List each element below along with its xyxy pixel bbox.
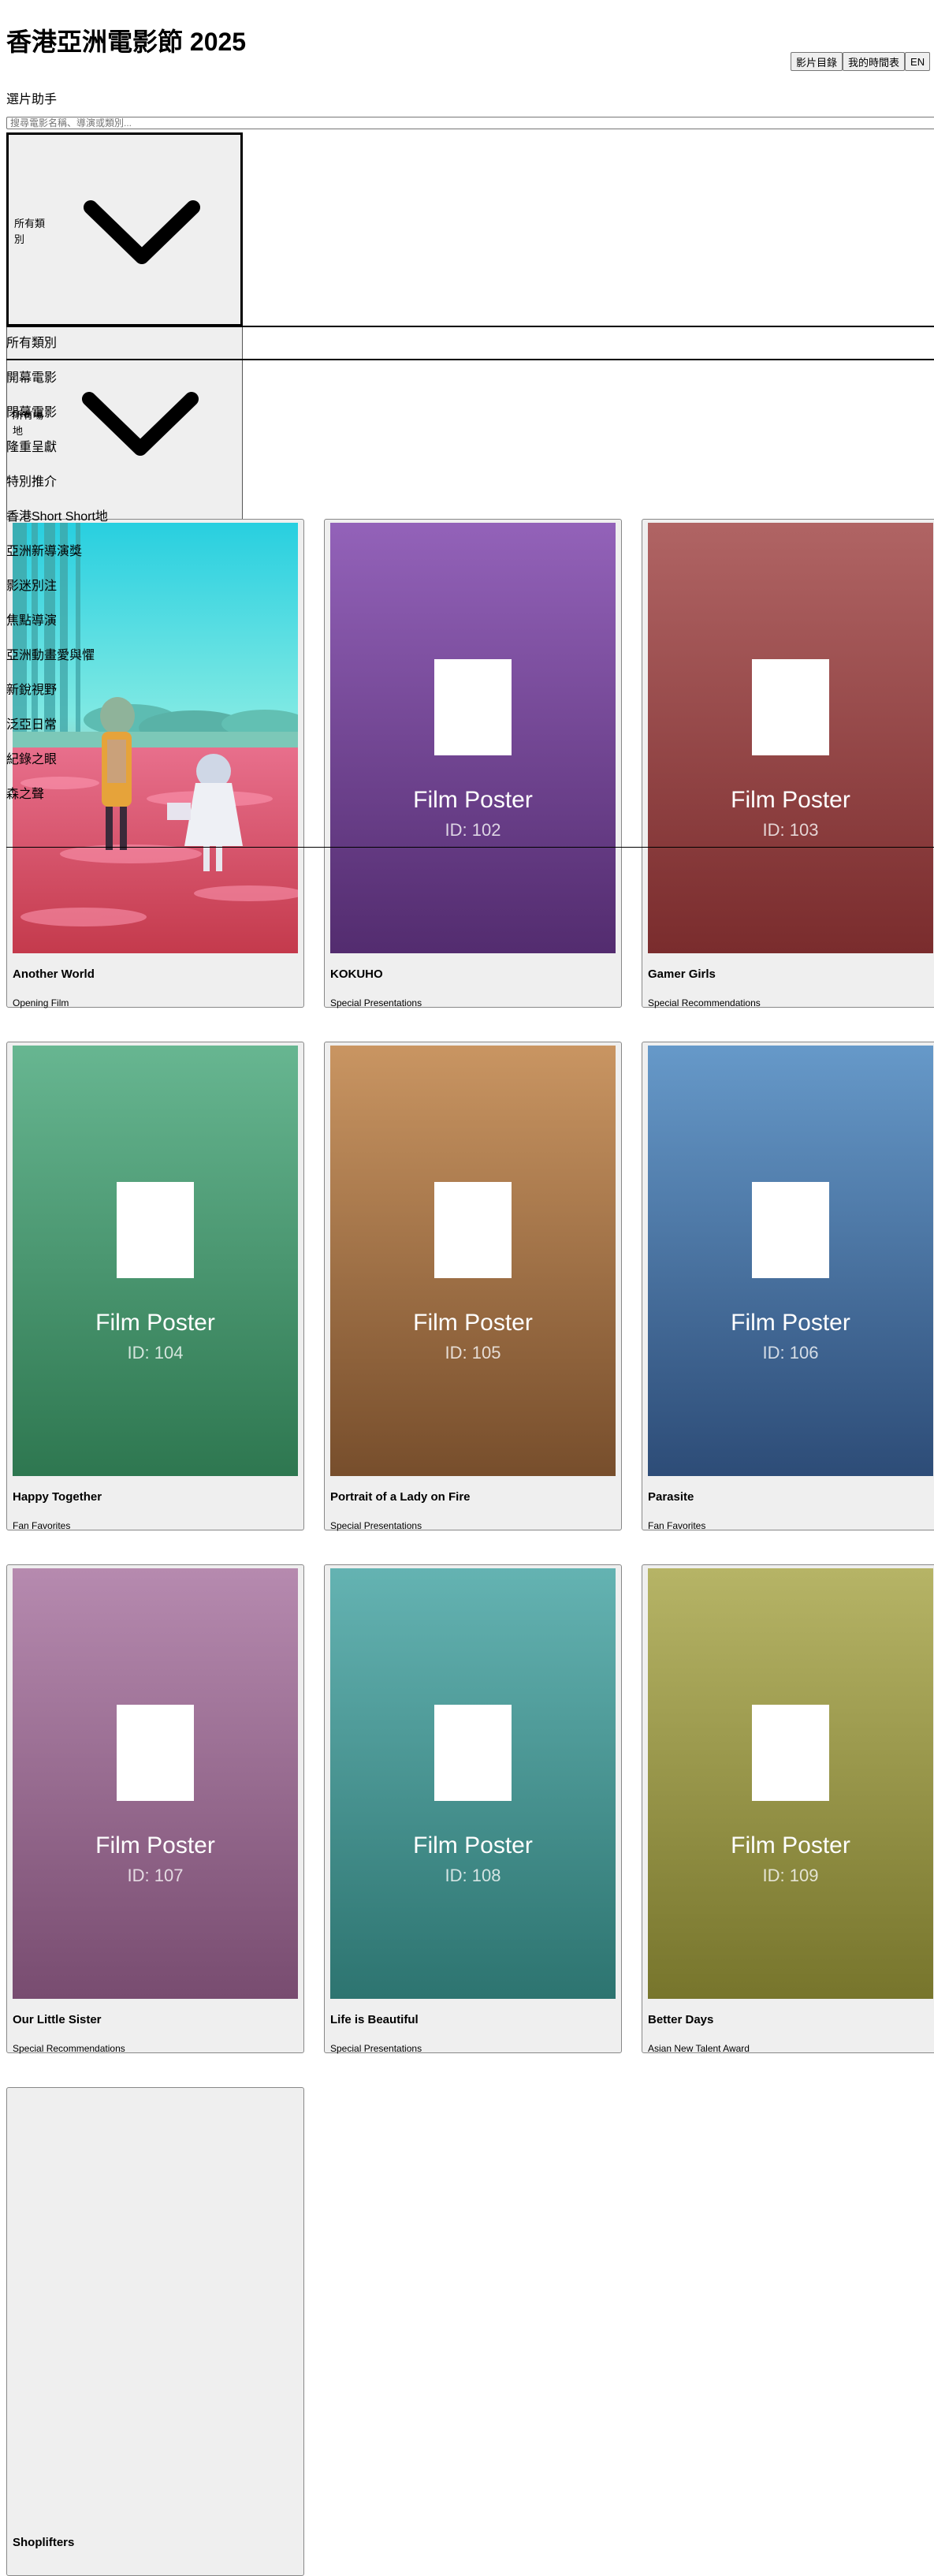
poster-id: ID: 103	[762, 820, 819, 840]
poster-id: ID: 107	[127, 1866, 184, 1885]
poster-id: ID: 109	[762, 1866, 819, 1885]
chevron-down-icon	[84, 200, 200, 264]
poster-id: ID: 105	[445, 1343, 501, 1363]
dropdown-option[interactable]: 影迷別注	[6, 569, 934, 604]
film-poster-placeholder: Film Poster ID: 105	[330, 1046, 616, 1476]
poster-label: Film Poster	[413, 1832, 533, 1858]
film-poster-placeholder: Film Poster ID: 108	[330, 1568, 616, 1999]
search-input[interactable]	[6, 117, 934, 129]
film-card[interactable]: Film Poster ID: 108 Life is Beautiful Spec…	[324, 1564, 622, 2054]
film-title: Parasite	[648, 1490, 694, 1504]
page-subtitle: 選片助手	[6, 93, 58, 106]
poster-image-icon	[434, 1182, 512, 1278]
film-category: Special Presentations	[330, 2043, 422, 2054]
dropdown-option[interactable]: 森之聲	[6, 777, 934, 812]
poster-label: Film Poster	[413, 1310, 533, 1336]
film-card[interactable]: Film Poster ID: 105 Portrait of a Lady on…	[324, 1042, 622, 1531]
dropdown-bottom-border	[6, 847, 934, 848]
top-nav: 影片目錄 我的時間表 EN	[791, 52, 931, 71]
film-category: Special Recommendations	[13, 2043, 125, 2054]
film-category: Fan Favorites	[648, 1520, 706, 1531]
dropdown-option[interactable]: 所有類別	[6, 326, 934, 361]
poster-label: Film Poster	[95, 1310, 215, 1336]
nav-film-catalog-button[interactable]: 影片目錄	[791, 52, 843, 71]
dropdown-option[interactable]: 新銳視野	[6, 673, 934, 708]
film-category: Special Presentations	[330, 1520, 422, 1531]
poster-id: ID: 102	[445, 820, 501, 840]
dropdown-option[interactable]: 亞洲新導演獎	[6, 535, 934, 569]
dropdown-option[interactable]: 開幕電影	[6, 361, 934, 396]
film-card[interactable]: Film Poster ID: 104 Happy Together Fan Fav…	[6, 1042, 304, 1531]
film-card[interactable]: Shoplifters	[6, 2087, 304, 2576]
film-title: Better Days	[648, 2013, 714, 2026]
film-card[interactable]: Film Poster ID: 107 Our Little Sister Spec…	[6, 1564, 304, 2054]
dropdown-option[interactable]: 香港Short Short地	[6, 500, 934, 535]
film-poster-placeholder: Film Poster ID: 106	[648, 1046, 933, 1476]
film-poster-placeholder: Film Poster ID: 109	[648, 1568, 933, 1999]
poster-id: ID: 106	[762, 1343, 819, 1363]
nav-my-schedule-button[interactable]: 我的時間表	[843, 52, 906, 71]
film-category: Special Recommendations	[648, 997, 761, 1008]
poster-label: Film Poster	[731, 1310, 850, 1336]
film-title: Our Little Sister	[13, 2013, 102, 2026]
film-title: Another World	[13, 967, 95, 981]
category-dropdown-list: 所有類別 開幕電影 閉幕電影 隆重呈獻 特別推介 香港Short Short地 亞洲新導演獎…	[6, 326, 934, 812]
film-category: Asian New Talent Award	[648, 2043, 750, 2054]
film-category: Special Presentations	[330, 997, 422, 1008]
poster-image-icon	[752, 1182, 829, 1278]
film-card[interactable]: Film Poster ID: 106 Parasite Fan Favorites	[642, 1042, 934, 1531]
film-title: Happy Together	[13, 1490, 102, 1504]
dropdown-option[interactable]: 亞洲動畫愛與懼	[6, 639, 934, 673]
language-toggle-button[interactable]: EN	[905, 52, 931, 71]
film-card[interactable]: Film Poster ID: 109 Better Days Asian New …	[642, 1564, 934, 2054]
dropdown-option[interactable]: 紀錄之眼	[6, 743, 934, 777]
dropdown-option[interactable]: 隆重呈獻	[6, 431, 934, 465]
poster-image-icon	[117, 1705, 194, 1801]
poster-image-icon	[117, 1182, 194, 1278]
poster-label: Film Poster	[95, 1832, 215, 1858]
dropdown-option[interactable]: 焦點導演	[6, 604, 934, 639]
category-select-value: 所有類別	[14, 218, 46, 245]
film-title: Life is Beautiful	[330, 2013, 419, 2026]
dropdown-option[interactable]: 閉幕電影	[6, 396, 934, 431]
film-poster-placeholder: Film Poster ID: 107	[13, 1568, 298, 1999]
page-title: 香港亞洲電影節 2025	[6, 28, 247, 56]
film-category: Fan Favorites	[13, 1520, 71, 1531]
film-title: Shoplifters	[13, 2536, 75, 2549]
poster-image-icon	[434, 1705, 512, 1801]
poster-label: Film Poster	[731, 1832, 850, 1858]
dropdown-option[interactable]: 泛亞日常	[6, 708, 934, 743]
film-category: Opening Film	[13, 997, 69, 1008]
poster-id: ID: 108	[445, 1866, 501, 1885]
film-title: Portrait of a Lady on Fire	[330, 1490, 471, 1504]
poster-image-icon	[752, 1705, 829, 1801]
film-poster-placeholder: Film Poster ID: 104	[13, 1046, 298, 1476]
film-title: Gamer Girls	[648, 967, 716, 981]
category-select[interactable]: 所有類別	[6, 132, 243, 326]
film-title: KOKUHO	[330, 967, 383, 981]
poster-id: ID: 104	[127, 1343, 184, 1363]
dropdown-option[interactable]: 特別推介	[6, 465, 934, 500]
